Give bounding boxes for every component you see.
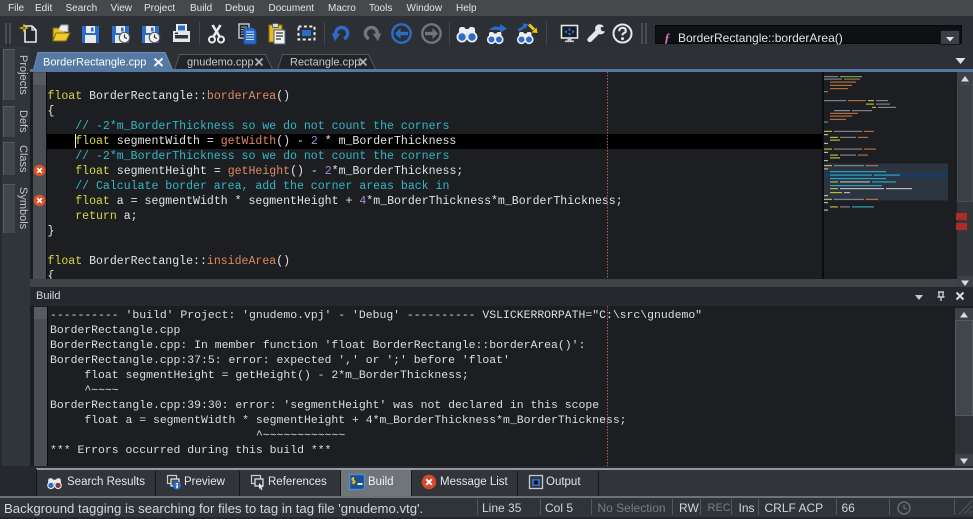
svg-text:Rectangle.cpp: Rectangle.cpp	[290, 57, 360, 69]
svg-text:gnudemo.cpp: gnudemo.cpp	[187, 57, 254, 69]
svg-text:BorderRectangle.cpp: BorderRectangle.cpp	[43, 57, 146, 69]
